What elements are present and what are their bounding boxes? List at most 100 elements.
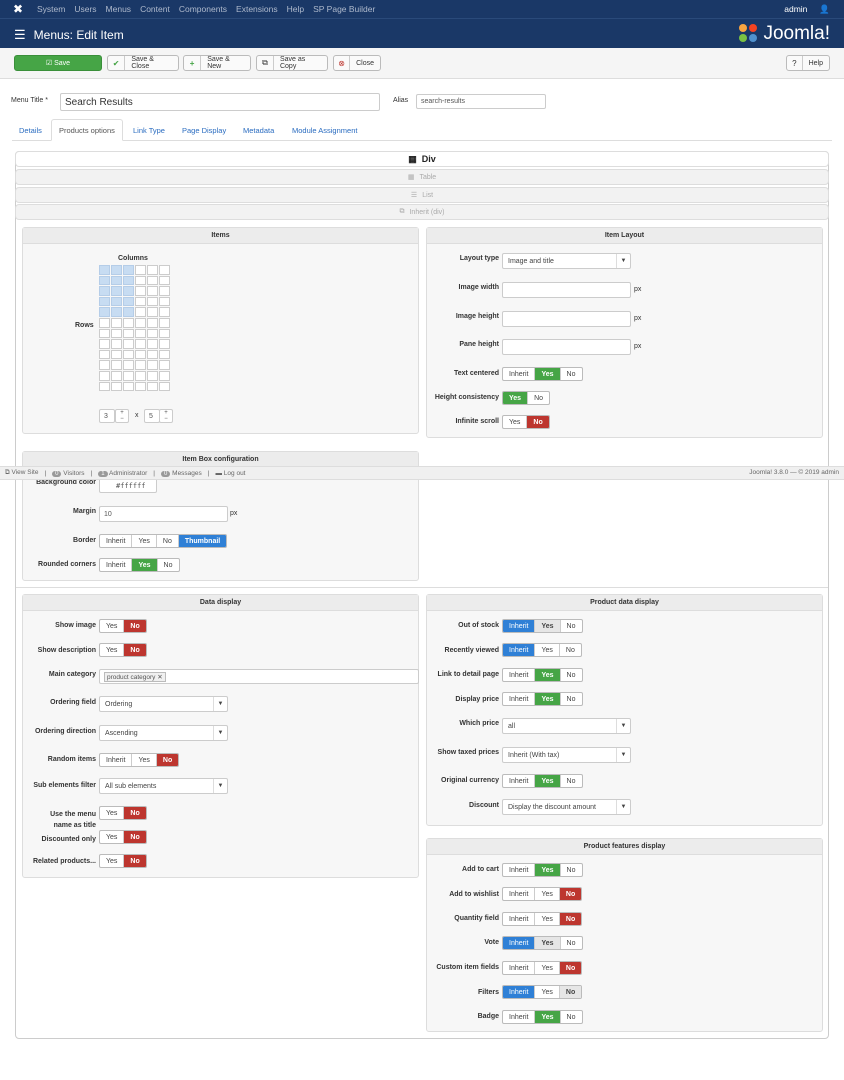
items-panel-title: Items <box>23 228 418 244</box>
menu-menus[interactable]: Menus <box>106 4 132 14</box>
height-consistency-toggle[interactable]: Yes No <box>502 391 551 405</box>
border-toggle[interactable]: Inherit Yes No Thumbnail <box>99 534 228 548</box>
status-bar: ⧉ View Site | 0 Visitors | 1 Administrator… <box>0 466 844 480</box>
add-to-wishlist-toggle[interactable]: Inherit Yes No <box>502 887 583 901</box>
discount-select[interactable]: Display the discount amount ▼ <box>502 799 631 815</box>
original-currency-toggle[interactable]: Inherit Yes No <box>502 774 583 788</box>
items-panel: Items <box>22 227 419 434</box>
grid-selector[interactable] <box>99 265 171 392</box>
help-button[interactable]: ? Help <box>786 55 830 71</box>
add-to-cart-toggle[interactable]: Inherit Yes No <box>502 863 583 877</box>
menu-components[interactable]: Components <box>179 4 227 14</box>
menu-users[interactable]: Users <box>74 4 96 14</box>
display-price-label: Display price <box>455 696 499 703</box>
image-width-input[interactable] <box>502 282 631 298</box>
use-menu-name-toggle[interactable]: Yes No <box>99 806 147 820</box>
vote-toggle[interactable]: Inherit Yes No <box>502 936 583 950</box>
rows-stepper[interactable]: + − <box>159 409 173 423</box>
list-icon: ☰ <box>14 27 26 42</box>
menu-sp-page-builder[interactable]: SP Page Builder <box>313 4 375 14</box>
alias-input[interactable]: search-results <box>416 94 546 109</box>
close-button[interactable]: ⊗ Close <box>333 55 381 71</box>
tab-module-assignment[interactable]: Module Assignment <box>285 119 364 141</box>
show-taxed-select[interactable]: Inherit (With tax) ▼ <box>502 747 631 763</box>
discounted-only-toggle[interactable]: Yes No <box>99 830 147 844</box>
quantity-field-toggle[interactable]: Inherit Yes No <box>502 912 583 926</box>
save-new-button[interactable]: + Save & New <box>183 55 251 71</box>
tab-link-type[interactable]: Link Type <box>126 119 172 141</box>
layout-inherit[interactable]: ⧉ Inherit (div) <box>15 204 829 220</box>
category-tag[interactable]: product category ✕ <box>104 671 166 682</box>
menu-title-input[interactable]: Search Results <box>60 93 380 111</box>
which-price-select[interactable]: all ▼ <box>502 718 631 734</box>
recently-viewed-toggle[interactable]: Inherit Yes No <box>502 643 582 657</box>
custom-item-fields-toggle[interactable]: Inherit Yes No <box>502 961 583 975</box>
admin-top-nav: ✖ System Users Menus Content Components … <box>0 0 844 18</box>
messages-count[interactable]: 0 Messages <box>161 470 202 477</box>
user-menu[interactable]: admin 👤 <box>784 4 830 15</box>
margin-input[interactable]: 10 <box>99 506 228 522</box>
remove-tag-icon[interactable]: ✕ <box>157 674 162 681</box>
product-data-display-title: Product data display <box>427 595 822 611</box>
layout-type-select[interactable]: Image and title ▼ <box>502 253 631 269</box>
user-name[interactable]: admin <box>784 4 807 15</box>
user-icon[interactable]: 👤 <box>819 4 830 15</box>
ordering-field-select[interactable]: Ordering ▼ <box>99 696 228 712</box>
show-description-toggle[interactable]: Yes No <box>99 643 147 657</box>
border-label: Border <box>73 537 96 544</box>
out-of-stock-toggle[interactable]: Inherit Yes No <box>502 619 583 633</box>
px-unit: px <box>230 510 238 517</box>
sub-filter-label: Sub elements filter <box>33 782 96 789</box>
pane-height-input[interactable] <box>502 339 631 355</box>
menu-help[interactable]: Help <box>287 4 304 14</box>
logout-link[interactable]: ▬ Log out <box>215 470 245 477</box>
filters-toggle[interactable]: Inherit Yes No <box>502 985 583 999</box>
columns-stepper[interactable]: + − <box>115 409 129 423</box>
related-products-label: Related products... <box>32 858 96 865</box>
random-items-toggle[interactable]: Inherit Yes No <box>99 753 180 767</box>
link-to-detail-toggle[interactable]: Inherit Yes No <box>502 668 583 682</box>
infinite-scroll-toggle[interactable]: Yes No <box>502 415 550 429</box>
text-centered-toggle[interactable]: Inherit Yes No <box>502 367 583 381</box>
layout-div[interactable]: ▦ Div <box>15 151 829 167</box>
layout-list[interactable]: ☰ List <box>15 187 829 203</box>
tab-metadata[interactable]: Metadata <box>236 119 281 141</box>
bg-color-input[interactable]: #ffffff <box>99 478 157 493</box>
layout-table[interactable]: ▦ Table <box>15 169 829 185</box>
save-close-button[interactable]: ✔ Save & Close <box>107 55 179 71</box>
save-button[interactable]: ☑ Save <box>14 55 102 71</box>
sub-filter-select[interactable]: All sub elements ▼ <box>99 778 228 794</box>
grid-times-label: x <box>135 412 139 419</box>
alias-label: Alias <box>393 97 409 104</box>
menu-extensions[interactable]: Extensions <box>236 4 278 14</box>
columns-count-input[interactable]: 3 <box>99 409 115 423</box>
image-height-input[interactable] <box>502 311 631 327</box>
view-site-link[interactable]: ⧉ View Site <box>5 469 38 477</box>
ordering-direction-select[interactable]: Ascending ▼ <box>99 725 228 741</box>
rounded-corners-toggle[interactable]: Inherit Yes No <box>99 558 180 572</box>
top-menu: System Users Menus Content Components Ex… <box>37 4 375 14</box>
joomla-icon[interactable]: ✖ <box>13 2 23 16</box>
menu-system[interactable]: System <box>37 4 65 14</box>
ordering-field-label: Ordering field <box>50 699 96 706</box>
main-category-input[interactable]: product category ✕ <box>99 669 419 684</box>
show-description-label: Show description <box>37 647 96 654</box>
ordering-direction-label: Ordering direction <box>34 728 96 735</box>
use-menu-name-label: Use the menu name as title <box>50 811 96 829</box>
image-width-label: Image width <box>458 284 499 291</box>
item-layout-title: Item Layout <box>427 228 822 244</box>
link-to-detail-label: Link to detail page <box>437 671 499 678</box>
caret-down-icon: ▼ <box>213 726 227 740</box>
display-price-toggle[interactable]: Inherit Yes No <box>502 692 583 706</box>
related-products-toggle[interactable]: Yes No <box>99 854 147 868</box>
show-taxed-label: Show taxed prices <box>437 749 499 756</box>
tab-details[interactable]: Details <box>12 119 49 141</box>
tab-products-options[interactable]: Products options <box>51 119 123 141</box>
badge-toggle[interactable]: Inherit Yes No <box>502 1010 583 1024</box>
menu-content[interactable]: Content <box>140 4 170 14</box>
custom-item-fields-label: Custom item fields <box>436 964 499 971</box>
tab-page-display[interactable]: Page Display <box>175 119 233 141</box>
show-image-toggle[interactable]: Yes No <box>99 619 147 633</box>
save-copy-button[interactable]: ⧉ Save as Copy <box>256 55 328 71</box>
rows-count-input[interactable]: 5 <box>144 409 160 423</box>
